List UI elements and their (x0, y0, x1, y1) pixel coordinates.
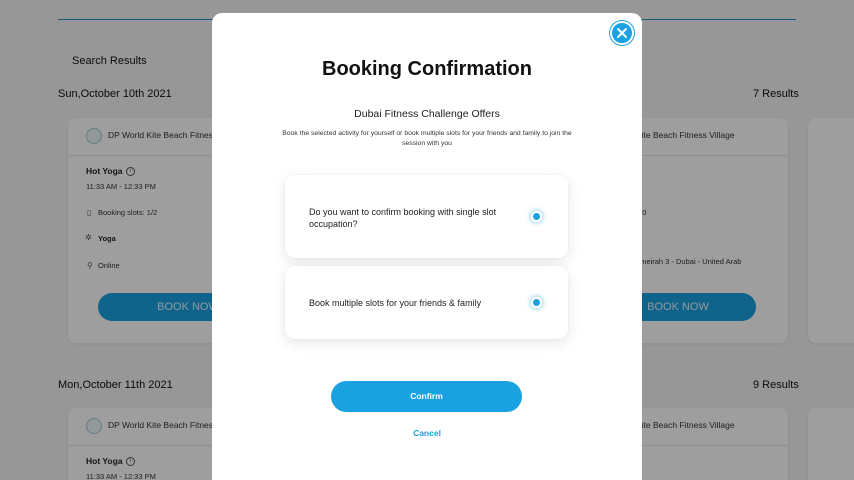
modal-description: Book the selected activity for yourself … (282, 130, 572, 147)
option-radio[interactable] (530, 210, 543, 223)
close-icon (617, 28, 627, 38)
cancel-link[interactable]: Cancel (212, 428, 642, 438)
modal-title: Booking Confirmation (322, 58, 532, 80)
option-radio[interactable] (530, 296, 543, 309)
option-single-slot[interactable]: Do you want to confirm booking with sing… (285, 175, 568, 258)
confirm-button[interactable]: Confirm (331, 381, 522, 412)
option-label: Do you want to confirm booking with sing… (309, 207, 497, 229)
option-multiple-slots[interactable]: Book multiple slots for your friends & f… (285, 266, 568, 339)
modal-subtitle: Dubai Fitness Challenge Offers (354, 108, 500, 120)
option-label: Book multiple slots for your friends & f… (309, 298, 482, 308)
close-button[interactable] (610, 21, 634, 45)
